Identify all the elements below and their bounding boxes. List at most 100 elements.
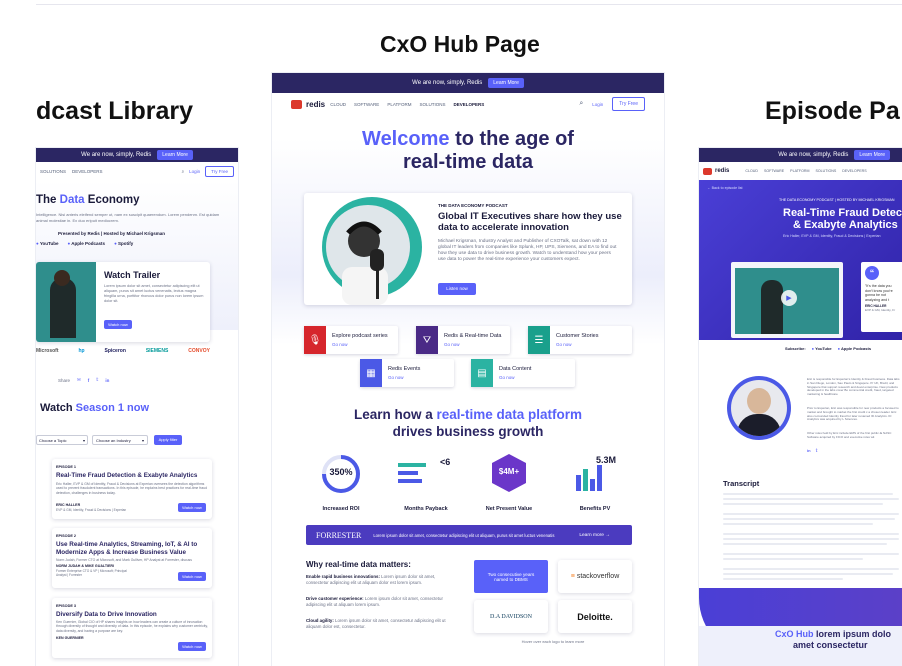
youtube-icon: ● xyxy=(36,241,39,246)
stat-benefits-label: Benefits PV xyxy=(579,506,611,512)
chevron-down-icon: ▾ xyxy=(82,438,85,443)
left-nav-developers[interactable]: DEVELOPERS xyxy=(72,169,103,174)
tile-redis-events[interactable]: ▦ Redis Events Go now xyxy=(360,359,454,387)
right-nav-developers[interactable]: DEVELOPERS xyxy=(842,169,866,173)
deloitte-logo[interactable]: Deloitte. xyxy=(558,600,632,633)
industry-select[interactable]: Choose an Industry ▾ xyxy=(92,435,148,445)
right-nav-solutions[interactable]: SOLUTIONS xyxy=(815,169,836,173)
dbms-badge[interactable]: Two consecutive years named to DBMS xyxy=(474,560,548,593)
login-link[interactable]: Login xyxy=(592,102,603,107)
convoy-logo: CONVOY xyxy=(188,348,210,354)
nav-solutions[interactable]: SOLUTIONS xyxy=(419,102,445,107)
episode-2-title[interactable]: Use Real-time Analytics, Streaming, IoT,… xyxy=(56,541,206,556)
episode-3-watch-button[interactable]: Watch now xyxy=(178,642,206,651)
nav-developers[interactable]: DEVELOPERS xyxy=(454,102,485,107)
center-banner-button[interactable]: Learn More xyxy=(488,78,524,88)
nav-cloud[interactable]: CLOUD xyxy=(330,102,346,107)
tile-explore-podcast[interactable]: 🎙 Explore podcast series Go now xyxy=(304,326,398,354)
right-nav-cloud[interactable]: CLOUD xyxy=(745,169,758,173)
tile-data-content[interactable]: ▤ Data Content Go now xyxy=(471,359,575,387)
spotify-icon: ● xyxy=(114,241,117,246)
why-item-1: Enable rapid business innovations: Lorem… xyxy=(306,574,436,585)
linkedin-share-icon[interactable]: in xyxy=(105,378,109,383)
twitter-share-icon[interactable]: 𝕥 xyxy=(96,377,98,383)
redis-logo[interactable]: redis xyxy=(291,99,325,109)
left-nav: SOLUTIONS DEVELOPERS ⌕ Login Try Free xyxy=(36,162,238,180)
benefits-bars-icon: 5.3M xyxy=(574,455,634,493)
trailer-image[interactable] xyxy=(36,262,96,342)
play-icon[interactable]: ▶ xyxy=(781,290,797,306)
episode-card-3: EPISODE 3 Diversify Data to Drive Innova… xyxy=(52,598,212,658)
left-hero: The Data Economy Intelligence. Nisi ante… xyxy=(36,180,238,342)
roi-ring-chart: 350% xyxy=(320,453,362,495)
right-nav-software[interactable]: SOFTWARE xyxy=(764,169,784,173)
podcast-icon: ● xyxy=(67,241,71,246)
linkedin-icon[interactable]: in xyxy=(807,448,811,453)
forrester-learn-more[interactable]: Learn more → xyxy=(579,533,610,538)
episode-page-mockup: We are now, simply, Redis Learn More red… xyxy=(699,148,902,666)
calendar-icon: ▦ xyxy=(360,359,382,387)
center-nav: redis CLOUD SOFTWARE PLATFORM SOLUTIONS … xyxy=(272,93,664,115)
da-davidson-logo[interactable]: D.A DAVIDSON xyxy=(474,600,548,633)
back-link[interactable]: ← Back to episode list xyxy=(707,186,743,190)
trailer-watch-button[interactable]: Watch now xyxy=(104,320,132,329)
try-free-button[interactable]: Try Free xyxy=(612,97,645,111)
left-search-icon[interactable]: ⌕ xyxy=(182,169,185,174)
left-login-link[interactable]: Login xyxy=(189,169,200,174)
siemens-logo: SIEMENS xyxy=(145,348,169,354)
facebook-share-icon[interactable]: f xyxy=(88,378,90,383)
transcript-title: Transcript xyxy=(723,479,760,488)
left-platform-spotify[interactable]: ● Spotify xyxy=(114,241,133,246)
listen-now-button[interactable]: Listen now xyxy=(438,283,476,295)
left-try-free-button[interactable]: Try Free xyxy=(205,165,234,177)
left-nav-solutions[interactable]: SOLUTIONS xyxy=(40,169,66,174)
apple-podcasts-subscribe[interactable]: ● Apple Podcasts xyxy=(838,346,871,351)
stat-payback-label: Months Payback xyxy=(404,506,448,512)
episode-video[interactable]: ▶ xyxy=(731,262,843,338)
tile-redis-realtime[interactable]: ⛛ Redis & Real-time Data Go now xyxy=(416,326,510,354)
chevron-down-icon: ▾ xyxy=(141,438,144,443)
tile-customer-stories[interactable]: ☰ Customer Stories Go now xyxy=(528,326,632,354)
bio-paragraph-3: Other roles held by Eric include EMS of … xyxy=(807,431,892,439)
hero-heading: Welcome to the age of real-time data xyxy=(362,128,574,173)
stackoverflow-logo[interactable]: ≡ stackoverflow xyxy=(558,560,632,593)
episode-kicker: THE DATA ECONOMY PODCAST | HOSTED BY MIC… xyxy=(779,198,895,202)
podcast-host-image[interactable] xyxy=(304,193,434,305)
episode-3-title[interactable]: Diversify Data to Drive Innovation xyxy=(56,611,210,618)
left-banner-button[interactable]: Learn More xyxy=(157,150,193,160)
redis-cube-icon[interactable] xyxy=(703,167,712,175)
episode-2-watch-button[interactable]: Watch now xyxy=(178,572,206,581)
right-banner-button[interactable]: Learn More xyxy=(854,150,890,160)
nav-software[interactable]: SOFTWARE xyxy=(354,102,379,107)
podcast-body: Michael Krigsman, Industry Analyst and P… xyxy=(438,239,617,262)
left-platform-apple[interactable]: ● Apple Podcasts xyxy=(67,241,105,246)
episode-1-watch-button[interactable]: Watch now xyxy=(178,503,206,512)
podcast-kicker: THE DATA ECONOMY PODCAST xyxy=(438,203,508,208)
search-icon[interactable]: ⌕ xyxy=(579,100,583,108)
cxo-hub-footer-heading: CxO Hub lorem ipsum dolo amet consectetu… xyxy=(775,629,892,650)
bio-paragraph-1: Eric is responsible for Experian's Ident… xyxy=(807,377,900,397)
right-nav-platform[interactable]: PLATFORM xyxy=(790,169,809,173)
document-icon: ☰ xyxy=(528,326,550,354)
right-brand[interactable]: redis xyxy=(715,168,729,174)
apply-filter-button[interactable]: Apply filter xyxy=(154,435,182,445)
trailer-body: Lorem ipsum dolor sit amet, consectetur … xyxy=(104,284,204,303)
topic-select[interactable]: Choose a Topic ▾ xyxy=(36,435,88,445)
episode-1-title[interactable]: Real-Time Fraud Detection & Exabyte Anal… xyxy=(56,472,210,479)
nav-platform[interactable]: PLATFORM xyxy=(387,102,411,107)
left-platforms: ● YouTube ● Apple Podcasts ● Spotify xyxy=(36,241,133,246)
left-brand-logos: Microsoft hp Spiceron SIEMENS CONVOY xyxy=(36,348,210,354)
center-banner-text: We are now, simply, Redis xyxy=(412,80,483,86)
twitter-icon[interactable]: 𝕥 xyxy=(816,448,818,453)
growth-heading: Learn how a real-time data platform driv… xyxy=(353,407,583,439)
episode-card-1: EPISODE 1 Real-Time Fraud Detection & Ex… xyxy=(52,459,212,519)
stat-roi-label: Increased ROI xyxy=(322,506,360,512)
youtube-subscribe[interactable]: ● YouTube xyxy=(812,346,832,351)
why-title: Why real-time data matters: xyxy=(306,560,411,569)
microphone-icon: 🎙 xyxy=(304,326,326,354)
trailer-card: Watch Trailer Lorem ipsum dolor sit amet… xyxy=(36,262,210,342)
forrester-banner[interactable]: FORRESTER Lorem ipsum dolor sit amet, co… xyxy=(306,525,632,545)
right-section-title: Episode Pa xyxy=(765,97,900,125)
email-share-icon[interactable]: ✉ xyxy=(77,377,81,383)
left-platform-youtube[interactable]: ● YouTube xyxy=(36,241,58,246)
